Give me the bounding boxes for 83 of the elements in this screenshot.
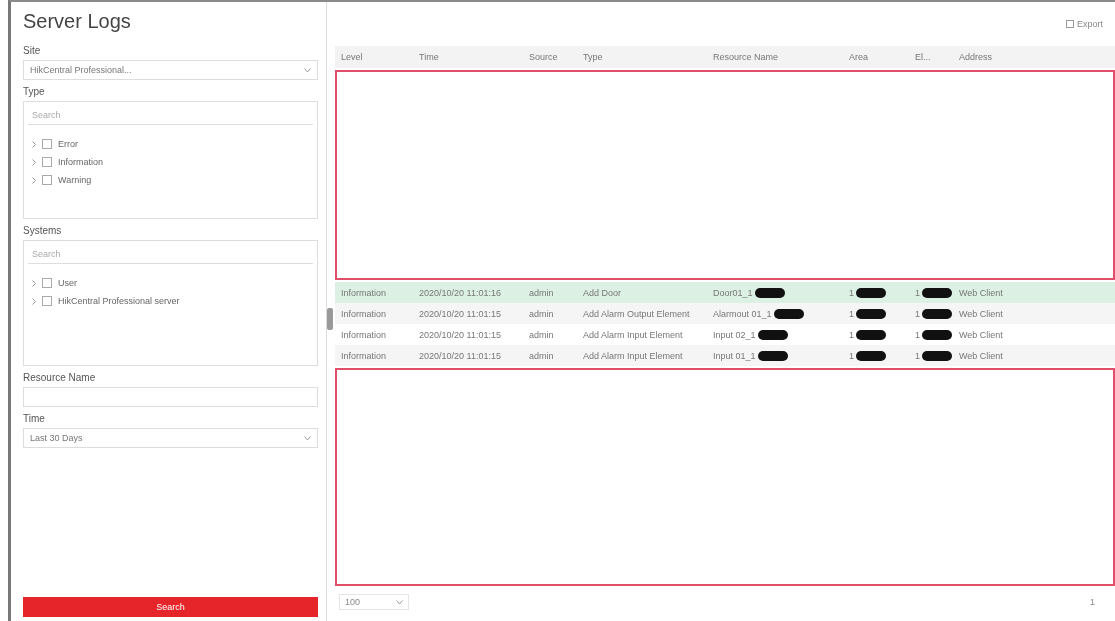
redaction-mark <box>856 350 886 361</box>
table-cell: Add Alarm Output Element <box>583 308 690 319</box>
column-header[interactable]: Time <box>413 52 523 62</box>
redaction-mark <box>856 308 886 319</box>
table-cell: Web Client <box>959 287 1003 298</box>
column-header[interactable]: Resource Name <box>707 52 843 62</box>
table-cell: 2020/10/20 11:01:15 <box>419 329 501 340</box>
tree-item-label[interactable]: User <box>58 278 77 288</box>
caret-icon <box>304 67 311 73</box>
table-row[interactable]: Information 2020/10/20 11:01:15 admin Add Alarm Input Element Input 01_1 1 1 Web Client <box>335 345 1115 366</box>
redaction-mark <box>773 308 804 319</box>
column-header[interactable]: El... <box>909 52 953 62</box>
redaction-mark <box>922 287 952 298</box>
redaction-mark <box>922 308 952 319</box>
field-label: Systems <box>23 225 63 236</box>
table-cell: 1 <box>915 350 920 361</box>
table-cell: admin <box>529 287 554 298</box>
table-cell: 1 <box>915 287 920 298</box>
tree-item-label[interactable]: Warning <box>58 175 92 185</box>
export-icon <box>1066 20 1074 28</box>
checkbox[interactable] <box>42 175 52 185</box>
column-header[interactable]: Address <box>953 52 1115 62</box>
table-cell: Information <box>341 329 387 340</box>
page-title: Server Logs <box>23 10 132 33</box>
tree-item-label[interactable]: Error <box>58 139 78 149</box>
table-row[interactable]: Information 2020/10/20 11:01:16 admin Add Door Door01_1 1 1 Web Client <box>335 282 1115 303</box>
redaction-mark <box>922 329 952 340</box>
table-cell: Information <box>341 350 387 361</box>
checkbox[interactable] <box>42 139 52 149</box>
table-cell: 1 <box>915 308 920 319</box>
tree-item-label[interactable]: Information <box>58 157 104 167</box>
column-header[interactable]: Level <box>335 52 413 62</box>
table-cell: admin <box>529 350 554 361</box>
collapse-handle[interactable] <box>327 308 333 330</box>
redaction-mark <box>856 287 886 298</box>
table-row[interactable]: Information 2020/10/20 11:01:15 admin Add Alarm Output Element Alarmout 01_1 1 1 Web Client <box>335 303 1115 324</box>
column-header[interactable]: Area <box>843 52 909 62</box>
checkbox[interactable] <box>42 278 52 288</box>
search-button[interactable]: Search <box>23 597 318 617</box>
table-cell: 2020/10/20 11:01:15 <box>419 308 501 319</box>
table-cell: Input 01_1 <box>713 350 756 361</box>
redaction-mark <box>856 329 886 340</box>
table-cell: Web Client <box>959 350 1003 361</box>
table-cell: 1 <box>849 329 854 340</box>
table-cell: Door01_1 <box>713 287 753 298</box>
table-cell: Add Alarm Input Element <box>583 329 683 340</box>
tree-item-label[interactable]: HikCentral Professional server <box>58 296 180 306</box>
redaction-mark <box>754 287 785 298</box>
table-cell: Web Client <box>959 329 1003 340</box>
checkbox[interactable] <box>42 296 52 306</box>
table-cell: 1 <box>849 350 854 361</box>
field-label: Time <box>23 413 46 424</box>
field-label: Resource Name <box>23 372 97 383</box>
column-header[interactable]: Type <box>577 52 707 62</box>
table-cell: Alarmout 01_1 <box>713 308 772 319</box>
table-cell: 1 <box>849 287 854 298</box>
checkbox[interactable] <box>42 157 52 167</box>
field-label: Site <box>23 45 42 56</box>
field-label: Type <box>23 86 46 97</box>
table-cell: 1 <box>849 308 854 319</box>
time-select[interactable]: Last 30 Days <box>23 428 318 448</box>
table-cell: admin <box>529 308 554 319</box>
table-cell: Web Client <box>959 308 1003 319</box>
page-number[interactable]: 1 <box>1090 597 1095 607</box>
site-select[interactable]: HikCentral Professional... <box>23 60 318 80</box>
redaction-mark <box>757 329 788 340</box>
table-cell: Input 02_1 <box>713 329 756 340</box>
table-cell: Add Door <box>583 287 622 298</box>
table-cell: 2020/10/20 11:01:15 <box>419 350 501 361</box>
caret-icon <box>396 599 403 605</box>
table-cell: Information <box>341 308 387 319</box>
table-cell: admin <box>529 329 554 340</box>
export-button[interactable]: Export <box>1060 18 1109 30</box>
table-cell: Information <box>341 287 387 298</box>
table-cell: 1 <box>915 329 920 340</box>
redaction-mark <box>757 350 788 361</box>
table-cell: 2020/10/20 11:01:16 <box>419 287 501 298</box>
table-cell: Add Alarm Input Element <box>583 350 683 361</box>
redaction-mark <box>922 350 952 361</box>
column-header[interactable]: Source <box>523 52 577 62</box>
resource-name-field[interactable] <box>23 387 318 407</box>
caret-icon <box>304 435 311 441</box>
page-size-select[interactable]: 100 <box>339 594 409 610</box>
